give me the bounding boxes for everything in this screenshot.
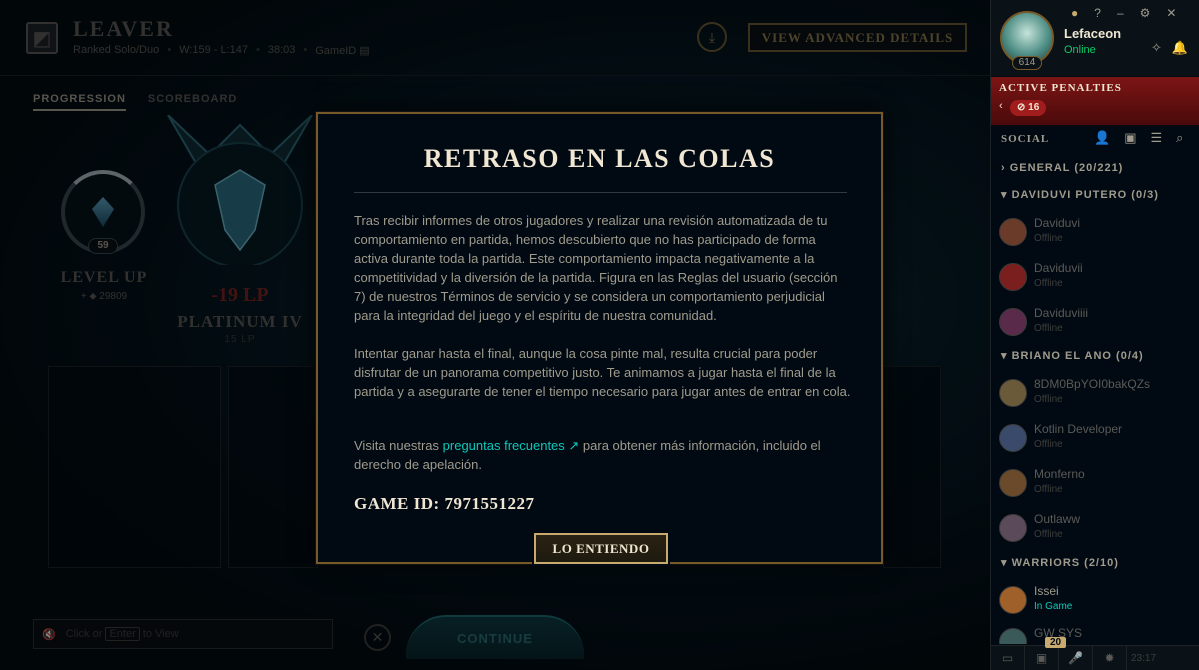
friend-group-general[interactable]: › GENERAL (20/221)	[1001, 162, 1123, 174]
social-actions: 👤 ▣ ☰ ⌕	[1094, 130, 1183, 146]
avatar	[999, 514, 1027, 542]
penalty-count-badge: ⊘ 16	[1010, 100, 1047, 116]
summoner-status[interactable]: Online	[1064, 44, 1096, 56]
avatar	[999, 263, 1027, 291]
clash-icon[interactable]: ▣	[1025, 645, 1059, 670]
add-friend-icon[interactable]: 👤	[1094, 130, 1110, 146]
friend-row[interactable]: Monferno Offline	[999, 463, 1194, 503]
social-sidebar: 614 ● ? – ⚙ ✕ Lefaceon Online ✧ 🔔 ACTIVE…	[990, 0, 1199, 670]
acknowledge-button[interactable]: LO ENTIENDO	[534, 533, 668, 564]
friend-status: In Game	[1034, 601, 1073, 612]
chevron-left-icon[interactable]: ‹	[999, 100, 1003, 112]
friend-group-daviduvi[interactable]: ▾ DAVIDUVI PUTERO (0/3)	[1001, 188, 1159, 201]
close-icon[interactable]: ✕	[1166, 6, 1176, 20]
avatar	[999, 379, 1027, 407]
chat-icon[interactable]: ▭	[991, 645, 1025, 670]
group-label: WARRIORS (2/10)	[1011, 557, 1119, 569]
dialog-divider	[354, 192, 847, 193]
friend-name: Daviduvii	[1034, 261, 1083, 275]
microphone-icon[interactable]: 🎤	[1059, 645, 1093, 670]
list-icon[interactable]: ☰	[1150, 130, 1162, 146]
social-title: SOCIAL	[1001, 133, 1050, 145]
status-dot-icon: ●	[1071, 6, 1079, 20]
game-id: GAME ID: 7971551227	[354, 494, 535, 513]
friend-status: Offline	[1034, 439, 1063, 450]
summoner-actions: ✧ 🔔	[1151, 40, 1188, 56]
friend-row[interactable]: Daviduvi Offline	[999, 212, 1194, 252]
social-bottom-bar: ▭ ▣ 🎤 ✹	[991, 645, 1199, 670]
dialog-paragraph-1: Tras recibir informes de otros jugadores…	[354, 213, 838, 323]
friend-name: Issei	[1034, 584, 1059, 598]
penalty-count: 16	[1028, 102, 1040, 113]
friend-row[interactable]: Kotlin Developer Offline	[999, 418, 1194, 458]
dialog-title: RETRASO EN LAS COLAS	[423, 144, 776, 173]
active-penalties-banner[interactable]: ACTIVE PENALTIES ‹ ⊘ 16	[991, 77, 1199, 125]
bug-icon[interactable]: ✹	[1093, 645, 1127, 670]
friend-row[interactable]: Outlaww Offline	[999, 508, 1194, 548]
group-label: GENERAL (20/221)	[1009, 162, 1124, 174]
avatar	[999, 424, 1027, 452]
summoner-level: 614	[1012, 56, 1042, 70]
chevron-down-icon: ▾	[1001, 189, 1008, 201]
avatar	[999, 218, 1027, 246]
friend-row[interactable]: Daviduvii Offline	[999, 257, 1194, 297]
friend-status: Offline	[1034, 278, 1063, 289]
avatar	[999, 586, 1027, 614]
faq-link[interactable]: preguntas frecuentes ↗	[443, 438, 580, 453]
group-label: BRIANO EL ANO (0/4)	[1011, 350, 1144, 362]
friend-group-briano[interactable]: ▾ BRIANO EL ANO (0/4)	[1001, 349, 1144, 362]
add-folder-icon[interactable]: ▣	[1124, 130, 1136, 146]
avatar	[999, 628, 1027, 644]
window-controls: ● ? – ⚙ ✕	[1071, 6, 1176, 20]
help-icon[interactable]: ?	[1094, 6, 1101, 20]
friend-name: Monferno	[1034, 467, 1085, 481]
friend-status: Offline	[1034, 394, 1063, 405]
summoner-header: 614 ● ? – ⚙ ✕ Lefaceon Online ✧ 🔔	[991, 0, 1199, 76]
friend-name: Kotlin Developer	[1034, 422, 1123, 436]
friend-group-warriors[interactable]: ▾ WARRIORS (2/10)	[1001, 556, 1119, 569]
friend-row[interactable]: Daviduviiii Offline	[999, 302, 1194, 342]
friend-status: Offline	[1034, 484, 1063, 495]
queue-delay-dialog: RETRASO EN LAS COLAS Tras recibir inform…	[316, 112, 883, 564]
bottom-badge: 20	[1045, 637, 1067, 648]
friend-name: 8DM0BpYOI0bakQZs	[1034, 377, 1151, 391]
notifications-icon[interactable]: 🔔	[1172, 40, 1188, 56]
dialog-paragraph-2: Intentar ganar hasta el final, aunque la…	[354, 346, 851, 399]
missions-icon[interactable]: ✧	[1151, 40, 1162, 56]
friend-status: Offline	[1034, 233, 1063, 244]
minimize-icon[interactable]: –	[1117, 6, 1124, 20]
penalties-title: ACTIVE PENALTIES	[999, 82, 1122, 94]
avatar	[999, 308, 1027, 336]
friend-row[interactable]: GW SYS	[999, 622, 1194, 644]
group-label: DAVIDUVI PUTERO (0/3)	[1011, 189, 1159, 201]
search-icon[interactable]: ⌕	[1176, 130, 1183, 146]
friend-row[interactable]: 8DM0BpYOI0bakQZs Offline	[999, 373, 1194, 413]
friend-name: Daviduvi	[1034, 216, 1081, 230]
friend-row[interactable]: Issei In Game	[999, 580, 1194, 620]
dialog-paragraph-3: Visita nuestras preguntas frecuentes ↗ p…	[354, 436, 852, 474]
avatar	[999, 469, 1027, 497]
faq-text-pre: Visita nuestras	[354, 438, 440, 453]
chevron-down-icon: ▾	[1001, 350, 1008, 362]
friend-name: Outlaww	[1034, 512, 1081, 526]
friend-status: Offline	[1034, 323, 1063, 334]
clock: 23:17	[1131, 653, 1157, 664]
friend-status: Offline	[1034, 529, 1063, 540]
chevron-down-icon: ▾	[1001, 557, 1008, 569]
summoner-name[interactable]: Lefaceon	[1064, 26, 1121, 41]
post-game-screen: ◩ LEAVER Ranked Solo/Duo • W:159 - L:147…	[0, 0, 1199, 670]
friend-name: Daviduviiii	[1034, 306, 1089, 320]
chevron-right-icon: ›	[1001, 162, 1006, 174]
gear-icon[interactable]: ⚙	[1140, 6, 1151, 20]
